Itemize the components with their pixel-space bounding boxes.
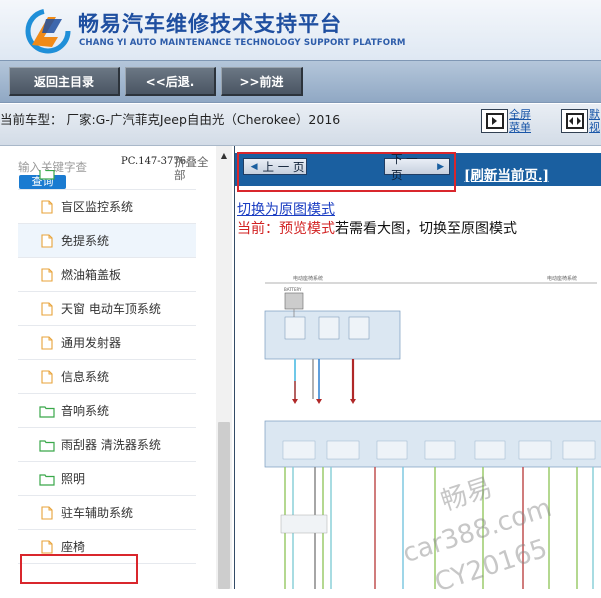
vehicle-bar: 当前车型： 厂家:G-广汽菲克Jeep自由光（Cherokee）2016 全屏 … xyxy=(0,104,601,146)
fullscreen-label-2[interactable]: 菜单 xyxy=(509,122,531,134)
brand-title-en: CHANG YI AUTO MAINTENANCE TECHNOLOGY SUP… xyxy=(79,38,406,48)
split-view-icon xyxy=(565,113,584,129)
nav-bar: 返回主目录 <<后退. >>前进 xyxy=(0,60,601,103)
fullscreen-button[interactable] xyxy=(481,109,508,133)
tree-item-label: 雨刮器 清洗器系统 xyxy=(61,438,161,452)
document-icon xyxy=(41,233,53,248)
tree-item-燃油箱盖板[interactable]: 燃油箱盖板 xyxy=(18,258,196,292)
left-panel: 查询 PC.147-3776 折叠全部 盲区监控系统免提系统燃油箱盖板天窗 电动… xyxy=(0,146,232,589)
forward-button[interactable]: >>前进 xyxy=(221,67,303,96)
default-view-label-1[interactable]: 默 xyxy=(589,109,600,121)
folder-icon xyxy=(39,405,55,418)
current-mode-hint: 若需看大图，切换至原图模式 xyxy=(335,221,517,237)
tree-item-雨刮器-清洗器系统[interactable]: 雨刮器 清洗器系统 xyxy=(18,428,196,462)
tree-item-照明[interactable]: 照明 xyxy=(18,462,196,496)
switch-original-mode-link[interactable]: 切换为原图模式 xyxy=(237,199,335,219)
document-icon xyxy=(41,539,53,554)
default-view-label-2[interactable]: 视 xyxy=(589,122,600,134)
tree-item-天窗-电动车顶系统[interactable]: 天窗 电动车顶系统 xyxy=(18,292,196,326)
tree-item-label: 驻车辅助系统 xyxy=(61,506,134,520)
folder-icon xyxy=(39,170,55,180)
diagram-header-right: 电动座椅系统 xyxy=(547,275,577,282)
scroll-up-arrow-icon[interactable]: ▲ xyxy=(216,148,232,162)
document-icon xyxy=(41,267,53,282)
document-icon xyxy=(41,301,53,316)
current-prefix: 当前： xyxy=(237,221,279,237)
wiring-diagram[interactable]: 电动座椅系统 电动座椅系统 BATTERY xyxy=(257,271,601,589)
tree-item-label: 照明 xyxy=(61,472,86,486)
fullscreen-icon xyxy=(485,113,504,129)
tree-item-label: 座椅 xyxy=(61,540,86,554)
back-home-button[interactable]: 返回主目录 xyxy=(9,67,120,96)
battery-label: BATTERY xyxy=(284,287,302,292)
brand-title-cn: 畅易汽车维修技术支持平台 xyxy=(78,12,342,36)
tree-item-音响系统[interactable]: 音响系统 xyxy=(18,394,196,428)
tree-item-信息系统[interactable]: 信息系统 xyxy=(18,360,196,394)
tree-item-partial[interactable] xyxy=(18,170,196,190)
current-mode: 预览模式 xyxy=(279,221,335,237)
current-vehicle: 当前车型： 厂家:G-广汽菲克Jeep自由光（Cherokee）2016 xyxy=(0,112,341,127)
tree-item-label: 通用发射器 xyxy=(61,336,122,350)
tree-item-盲区监控系统[interactable]: 盲区监控系统 xyxy=(18,190,196,224)
tree-item-免提系统[interactable]: 免提系统 xyxy=(18,224,196,258)
pager-highlight-box xyxy=(237,152,456,192)
tree-item-label: 信息系统 xyxy=(61,370,110,384)
folder-icon xyxy=(39,439,55,452)
tree-item-label: 盲区监控系统 xyxy=(61,200,134,214)
tree-item-通用发射器[interactable]: 通用发射器 xyxy=(18,326,196,360)
logo-icon xyxy=(25,8,71,54)
content-panel: ◀ 上 一 页 下 一 页 ▶ [刷新当前页.] 切换为原图模式 当前：预览模式… xyxy=(234,146,601,598)
tree-item-驻车辅助系统[interactable]: 驻车辅助系统 xyxy=(18,496,196,530)
scroll-thumb[interactable] xyxy=(218,422,230,589)
tree-item-label: 音响系统 xyxy=(61,404,110,418)
sidebar-scrollbar[interactable]: ▲ xyxy=(216,146,232,589)
refresh-page-link[interactable]: [刷新当前页.] xyxy=(464,164,549,184)
back-button[interactable]: <<后退. xyxy=(125,67,216,96)
document-icon xyxy=(41,199,53,214)
current-mode-line: 当前：预览模式若需看大图，切换至原图模式 xyxy=(237,218,517,238)
tree-item-label: 燃油箱盖板 xyxy=(61,268,122,282)
document-icon xyxy=(41,335,53,350)
app-header: 畅易汽车维修技术支持平台 CHANG YI AUTO MAINTENANCE T… xyxy=(0,0,601,60)
tree-item-label: 天窗 电动车顶系统 xyxy=(61,302,161,316)
tree-item-label: 免提系统 xyxy=(61,234,110,248)
document-icon xyxy=(41,505,53,520)
default-view-button[interactable] xyxy=(561,109,588,133)
document-icon xyxy=(41,369,53,384)
folder-icon xyxy=(39,473,55,486)
seat-highlight-box xyxy=(20,554,138,584)
diagram-header-left: 电动座椅系统 xyxy=(293,275,323,282)
fullscreen-label-1[interactable]: 全屏 xyxy=(509,109,531,121)
